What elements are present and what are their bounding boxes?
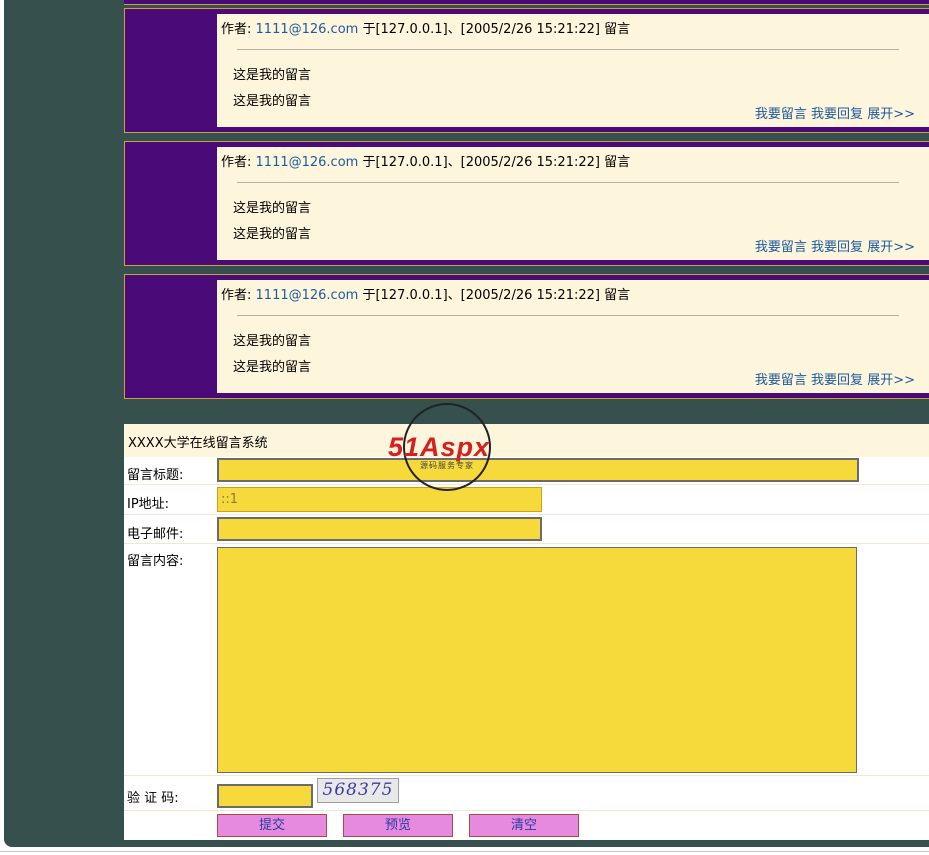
author-label: 作者: xyxy=(221,22,252,37)
leave-message-link[interactable]: 我要留言 xyxy=(755,373,807,388)
expand-link[interactable]: 展开>> xyxy=(867,107,915,122)
post-meta: 于[127.0.0.1]、[2005/2/26 15:21:22] 留言 xyxy=(362,155,631,170)
logo-brand-text: 51Aspx xyxy=(388,432,490,462)
message-post: 作者: 1111@126.com 于[127.0.0.1]、[2005/2/26… xyxy=(124,274,929,399)
51aspx-logo: 51Aspx 源码服务专家 xyxy=(388,403,491,491)
captcha-label: 验 证 码: xyxy=(127,791,179,806)
post-actions: 我要留言 我要回复 展开>> xyxy=(755,236,915,255)
content-label: 留言内容: xyxy=(127,554,184,569)
author-email-link[interactable]: 1111@126.com xyxy=(256,288,359,303)
reply-link[interactable]: 我要回复 xyxy=(811,240,863,255)
post-text-line: 这是我的留言 xyxy=(233,201,312,216)
post-actions: 我要留言 我要回复 展开>> xyxy=(755,369,915,388)
post-header: 作者: 1111@126.com 于[127.0.0.1]、[2005/2/26… xyxy=(221,151,630,170)
message-post: 作者: 1111@126.com 于[127.0.0.1]、[2005/2/26… xyxy=(124,141,929,266)
post-text-line: 这是我的留言 xyxy=(233,94,312,109)
form-title-bar: XXXX大学在线留言系统 xyxy=(124,424,929,457)
row-divider xyxy=(124,484,929,485)
subject-input[interactable] xyxy=(217,458,859,482)
post-text-line: 这是我的留言 xyxy=(233,227,312,242)
post-divider xyxy=(237,315,899,316)
form-title: XXXX大学在线留言系统 xyxy=(128,436,268,451)
post-header: 作者: 1111@126.com 于[127.0.0.1]、[2005/2/26… xyxy=(221,18,630,37)
leave-message-link[interactable]: 我要留言 xyxy=(755,107,807,122)
row-divider xyxy=(124,543,929,544)
clear-button[interactable]: 清空 xyxy=(469,814,579,837)
post-content: 作者: 1111@126.com 于[127.0.0.1]、[2005/2/26… xyxy=(217,14,929,127)
post-text-line: 这是我的留言 xyxy=(233,334,312,349)
row-divider xyxy=(124,514,929,515)
post-divider xyxy=(237,182,899,183)
content-textarea[interactable] xyxy=(217,547,857,773)
expand-link[interactable]: 展开>> xyxy=(867,240,915,255)
leave-message-link[interactable]: 我要留言 xyxy=(755,240,807,255)
message-form: XXXX大学在线留言系统 留言标题: IP地址: 电子邮件: 留言内容: 验 证… xyxy=(124,424,929,840)
post-actions: 我要留言 我要回复 展开>> xyxy=(755,103,915,122)
ip-label: IP地址: xyxy=(127,497,170,512)
captcha-image[interactable]: 568375 xyxy=(317,778,399,803)
post-header: 作者: 1111@126.com 于[127.0.0.1]、[2005/2/26… xyxy=(221,284,630,303)
logo-tagline: 源码服务专家 xyxy=(420,460,474,470)
email-input[interactable] xyxy=(217,517,542,541)
author-email-link[interactable]: 1111@126.com xyxy=(256,22,359,37)
row-divider xyxy=(124,775,929,776)
preview-button[interactable]: 预览 xyxy=(343,814,453,837)
message-post: 作者: 1111@126.com 于[127.0.0.1]、[2005/2/26… xyxy=(124,8,929,133)
reply-link[interactable]: 我要回复 xyxy=(811,373,863,388)
post-content: 作者: 1111@126.com 于[127.0.0.1]、[2005/2/26… xyxy=(217,147,929,260)
post-text-line: 这是我的留言 xyxy=(233,360,312,375)
window-bottom-border xyxy=(0,851,929,852)
post-text-line: 这是我的留言 xyxy=(233,68,312,83)
previous-post-edge xyxy=(124,0,929,5)
author-email-link[interactable]: 1111@126.com xyxy=(256,155,359,170)
submit-button[interactable]: 提交 xyxy=(217,814,327,837)
reply-link[interactable]: 我要回复 xyxy=(811,107,863,122)
author-label: 作者: xyxy=(221,155,252,170)
author-label: 作者: xyxy=(221,288,252,303)
post-divider xyxy=(237,49,899,50)
post-meta: 于[127.0.0.1]、[2005/2/26 15:21:22] 留言 xyxy=(362,22,631,37)
post-meta: 于[127.0.0.1]、[2005/2/26 15:21:22] 留言 xyxy=(362,288,631,303)
post-content: 作者: 1111@126.com 于[127.0.0.1]、[2005/2/26… xyxy=(217,280,929,393)
subject-label: 留言标题: xyxy=(127,468,184,483)
expand-link[interactable]: 展开>> xyxy=(867,373,915,388)
captcha-input[interactable] xyxy=(217,784,313,808)
email-label: 电子邮件: xyxy=(127,527,184,542)
row-divider xyxy=(124,810,929,811)
